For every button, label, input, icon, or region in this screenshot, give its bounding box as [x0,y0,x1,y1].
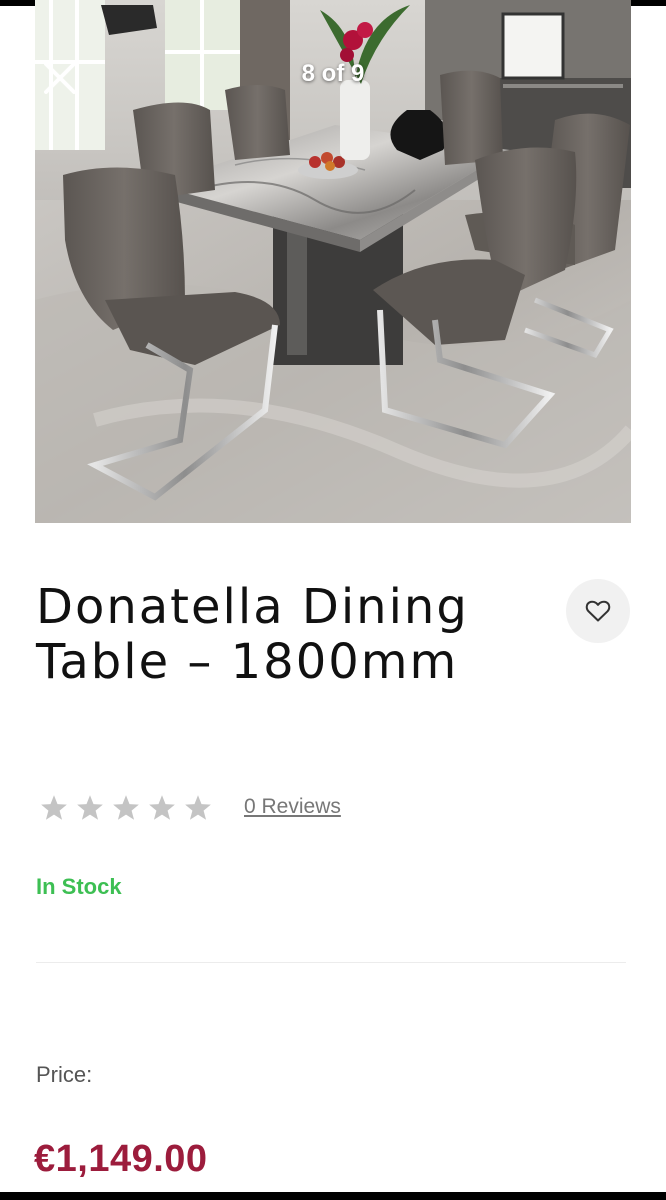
product-rating: 0 Reviews [36,790,341,824]
product-title: Donatella Dining Table – 1800mm [36,579,469,690]
star-empty-icon [108,792,144,822]
product-price: €1,149.00 [34,1138,208,1180]
wishlist-button[interactable] [566,579,630,643]
star-empty-icon [144,792,180,822]
star-empty-icon [36,792,72,822]
star-rating [36,792,216,822]
reviews-link[interactable]: 0 Reviews [244,795,341,819]
star-empty-icon [72,792,108,822]
gallery-counter: 8 of 9 [301,60,365,87]
star-empty-icon [180,792,216,822]
divider [36,962,626,963]
stock-status: In Stock [36,874,122,899]
heart-outline-icon [585,600,611,622]
navigation-bar-strip [0,1192,666,1200]
price-label: Price: [36,1062,93,1087]
